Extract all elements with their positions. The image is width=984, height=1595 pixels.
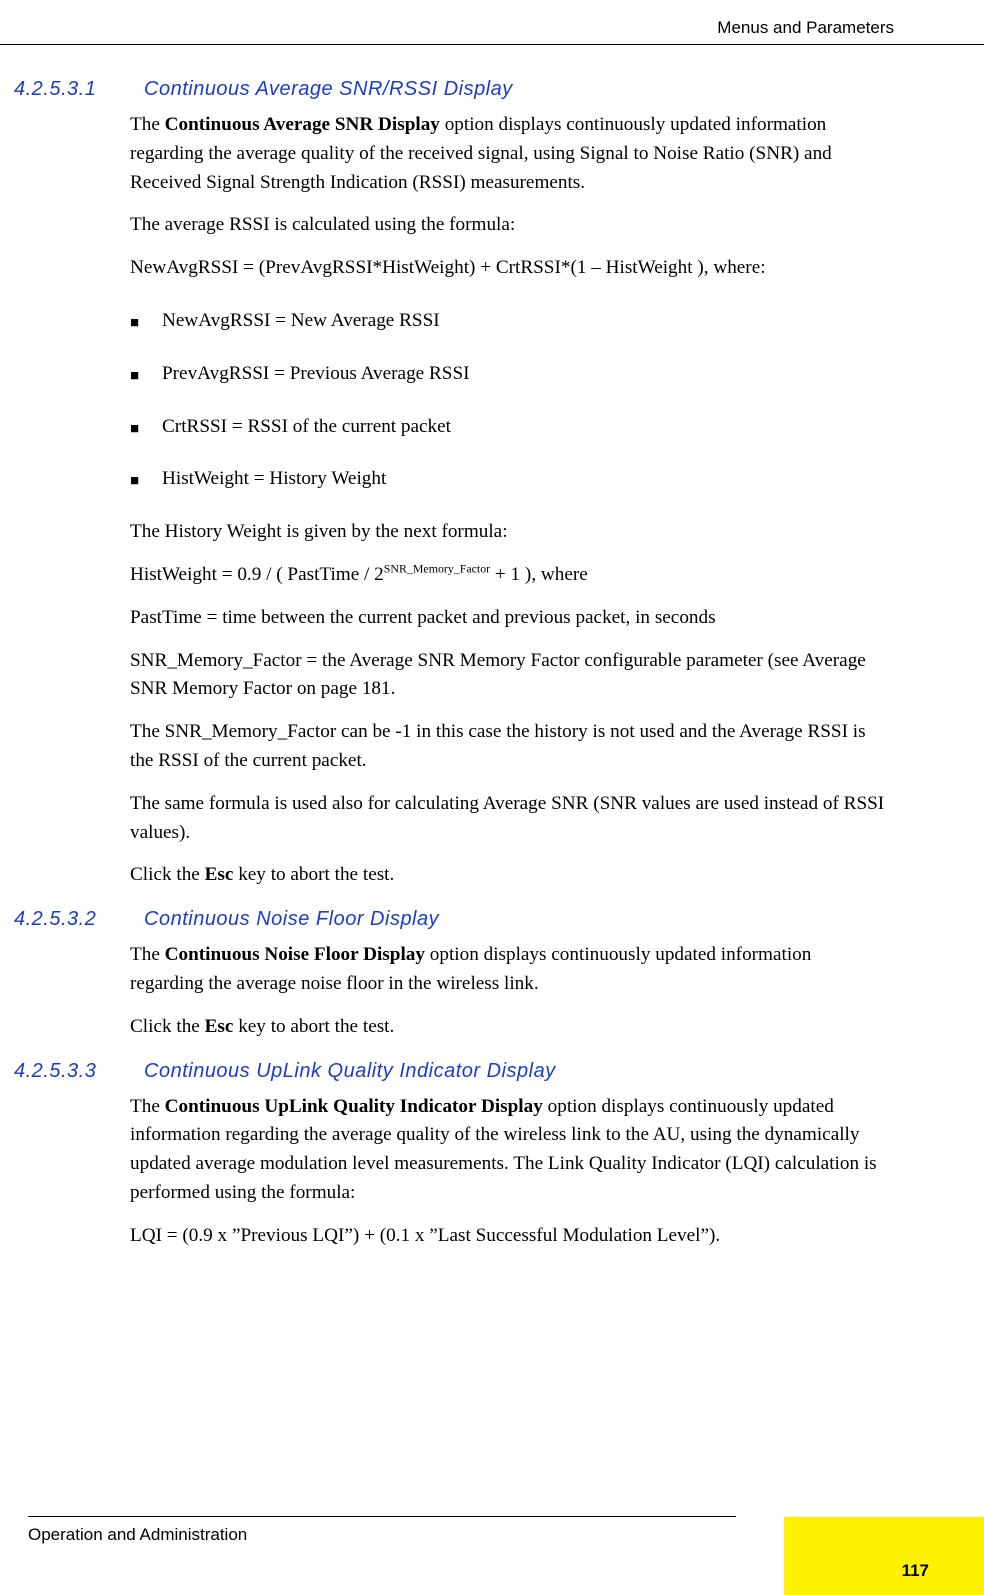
list-text: CrtRSSI = RSSI of the current packet [162, 413, 888, 442]
text: The [130, 114, 165, 135]
superscript: SNR_Memory_Factor [384, 562, 490, 576]
bold-text: Continuous UpLink Quality Indicator Disp… [165, 1096, 543, 1117]
section-number: 4.2.5.3.2 [0, 908, 144, 931]
section-body-3: The Continuous UpLink Quality Indicator … [130, 1093, 888, 1251]
yellow-corner-block [784, 1517, 984, 1595]
list-text: HistWeight = History Weight [162, 465, 888, 494]
square-bullet-icon: ■ [130, 470, 162, 493]
section-title: Continuous Average SNR/RSSI Display [144, 78, 513, 101]
paragraph: NewAvgRSSI = (PrevAvgRSSI*HistWeight) + … [130, 254, 888, 283]
paragraph: SNR_Memory_Factor = the Average SNR Memo… [130, 647, 888, 705]
bold-text: Esc [205, 1016, 234, 1037]
section-body-2: The Continuous Noise Floor Display optio… [130, 941, 888, 1041]
text: The [130, 944, 165, 965]
paragraph: The Continuous Noise Floor Display optio… [130, 941, 888, 999]
text: key to abort the test. [233, 1016, 394, 1037]
text: + 1 ), where [490, 564, 588, 585]
list-item: ■ PrevAvgRSSI = Previous Average RSSI [130, 360, 888, 389]
paragraph: The Continuous UpLink Quality Indicator … [130, 1093, 888, 1208]
paragraph: The same formula is used also for calcul… [130, 790, 888, 848]
square-bullet-icon: ■ [130, 312, 162, 335]
section-heading-1: 4.2.5.3.1 Continuous Average SNR/RSSI Di… [0, 78, 984, 101]
bold-text: Continuous Noise Floor Display [165, 944, 425, 965]
paragraph: The average RSSI is calculated using the… [130, 211, 888, 240]
section-body-1: The Continuous Average SNR Display optio… [130, 111, 888, 890]
section-title: Continuous UpLink Quality Indicator Disp… [144, 1060, 556, 1083]
list-item: ■ HistWeight = History Weight [130, 465, 888, 494]
text: The [130, 1096, 165, 1117]
section-title: Continuous Noise Floor Display [144, 908, 439, 931]
paragraph: PastTime = time between the current pack… [130, 604, 888, 633]
text: HistWeight = 0.9 / ( PastTime / 2 [130, 564, 384, 585]
paragraph: The Continuous Average SNR Display optio… [130, 111, 888, 197]
paragraph: The History Weight is given by the next … [130, 518, 888, 547]
section-heading-2: 4.2.5.3.2 Continuous Noise Floor Display [0, 908, 984, 931]
square-bullet-icon: ■ [130, 365, 162, 388]
content: 4.2.5.3.1 Continuous Average SNR/RSSI Di… [0, 60, 984, 1265]
header-rule [0, 44, 984, 45]
paragraph: HistWeight = 0.9 / ( PastTime / 2SNR_Mem… [130, 561, 888, 590]
text: Click the [130, 1016, 205, 1037]
page-number: 117 [902, 1561, 929, 1581]
list-item: ■ NewAvgRSSI = New Average RSSI [130, 307, 888, 336]
text: key to abort the test. [233, 864, 394, 885]
paragraph: Click the Esc key to abort the test. [130, 1013, 888, 1042]
footer-left: Operation and Administration [28, 1525, 247, 1545]
bold-text: Continuous Average SNR Display [165, 114, 440, 135]
paragraph: LQI = (0.9 x ”Previous LQI”) + (0.1 x ”L… [130, 1222, 888, 1251]
section-heading-3: 4.2.5.3.3 Continuous UpLink Quality Indi… [0, 1060, 984, 1083]
list-text: PrevAvgRSSI = Previous Average RSSI [162, 360, 888, 389]
paragraph: The SNR_Memory_Factor can be -1 in this … [130, 718, 888, 776]
bullet-list: ■ NewAvgRSSI = New Average RSSI ■ PrevAv… [130, 307, 888, 494]
footer-rule [28, 1516, 736, 1517]
section-number: 4.2.5.3.3 [0, 1060, 144, 1083]
list-item: ■ CrtRSSI = RSSI of the current packet [130, 413, 888, 442]
text: Click the [130, 864, 205, 885]
square-bullet-icon: ■ [130, 418, 162, 441]
section-number: 4.2.5.3.1 [0, 78, 144, 101]
bold-text: Esc [205, 864, 234, 885]
header-right: Menus and Parameters [717, 18, 894, 38]
list-text: NewAvgRSSI = New Average RSSI [162, 307, 888, 336]
page: Menus and Parameters 4.2.5.3.1 Continuou… [0, 0, 984, 1595]
paragraph: Click the Esc key to abort the test. [130, 861, 888, 890]
